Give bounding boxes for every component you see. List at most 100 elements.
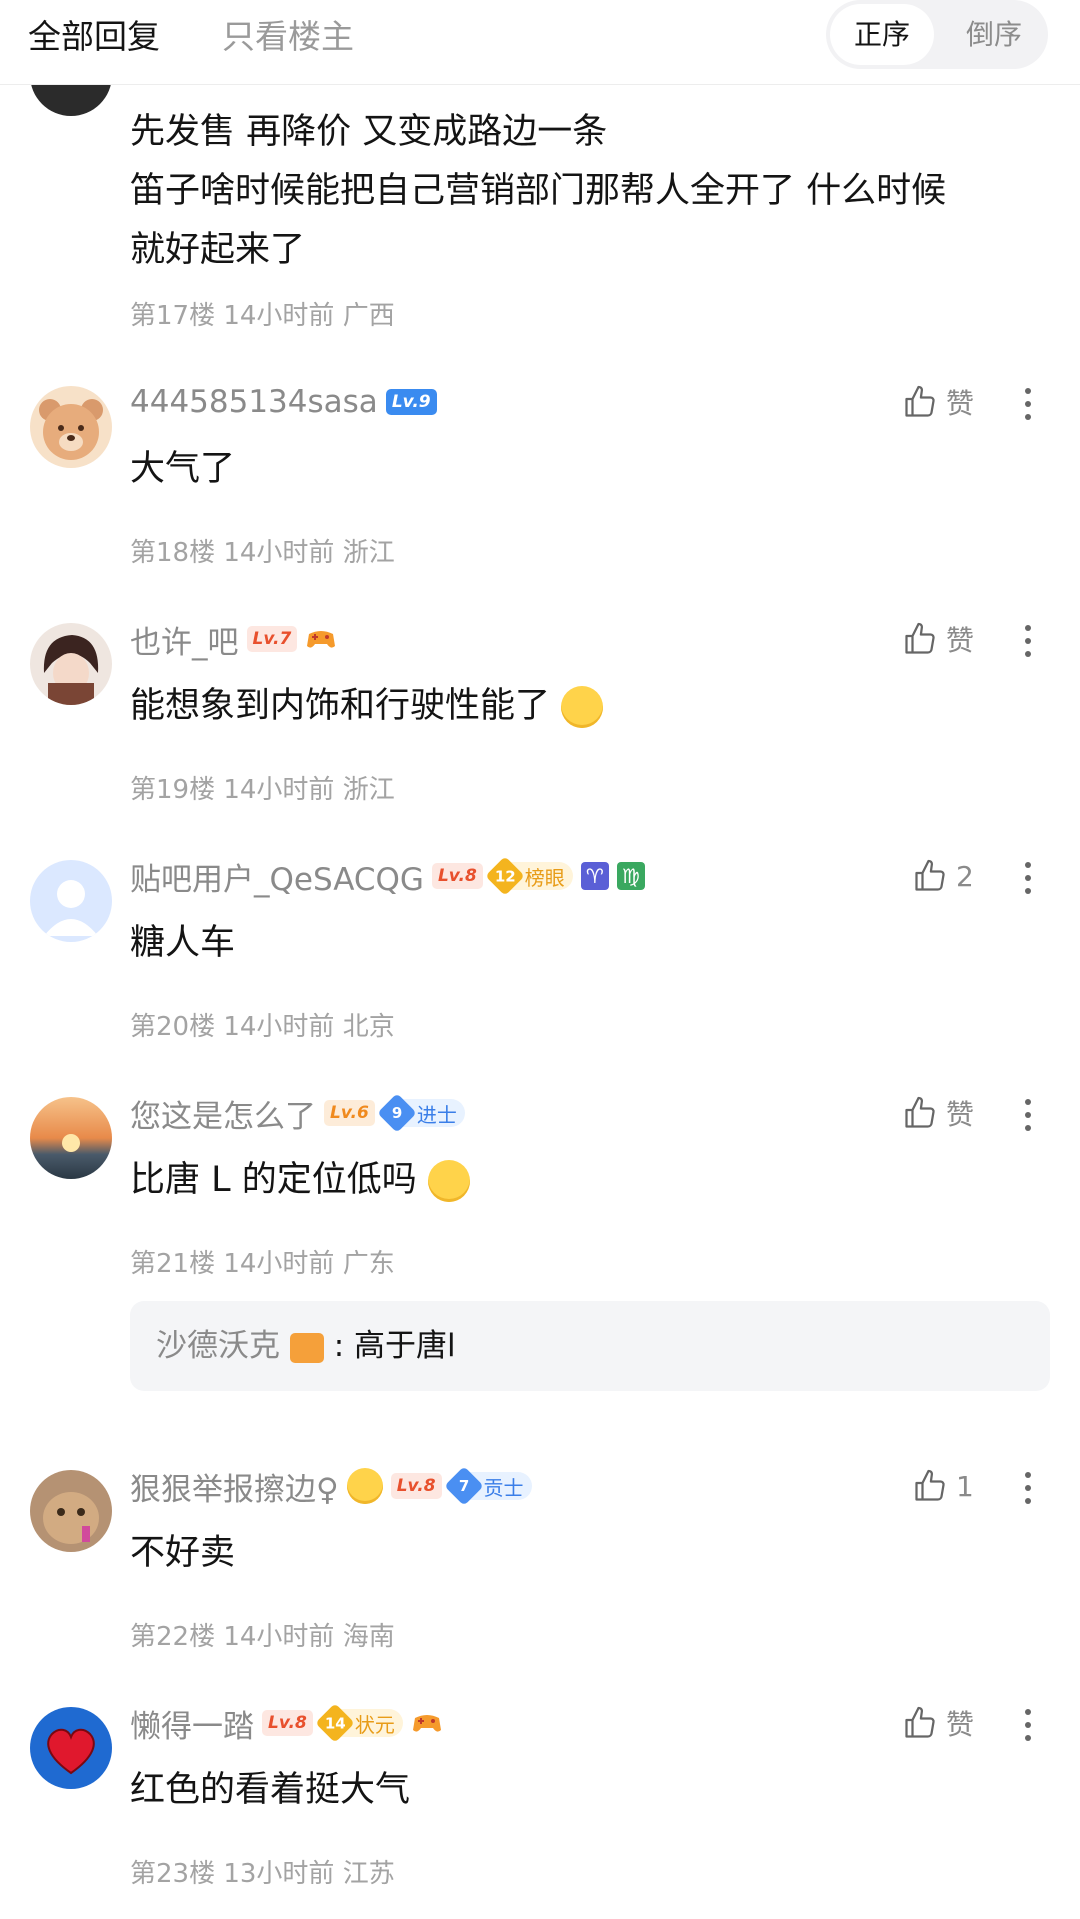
tab-all-replies[interactable]: 全部回复 [28,10,160,58]
comment-meta: 第19楼 14小时前 浙江 [130,775,395,805]
comment-text-content: 能想象到内饰和行驶性能了 [130,686,551,726]
comment-meta: 第21楼 14小时前 广东 [130,1249,395,1279]
gamepad-icon [307,631,336,648]
rank-badge-label: 贡士 [483,1475,524,1500]
comment-text-content: 比唐 L 的定位低吗 [130,1160,417,1200]
username-row: 您这是怎么了 Lv.6 9 进士 [130,1091,465,1136]
more-options-icon[interactable] [1018,862,1038,898]
sort-toggle: 正序 倒序 [826,0,1048,69]
default-user-avatar-icon [44,880,98,936]
bear-avatar-icon [39,399,103,460]
username[interactable]: 您这是怎么了 [130,1091,316,1136]
like-button[interactable]: 赞 [902,1093,974,1133]
pleading-emoji-icon [346,1468,383,1504]
like-button[interactable]: 2 [912,856,974,896]
comment-text: 比唐 L 的定位低吗 [130,1151,470,1210]
comment-text: 不好卖 [130,1533,236,1573]
like-button[interactable]: 赞 [902,1703,974,1743]
thumbs-up-icon [905,1706,935,1738]
level-badge: Lv.8 [390,1473,442,1499]
avatar[interactable] [30,1470,112,1552]
username-row: 贴吧用户_QeSACQG Lv.8 12 榜眼 ♈ ♍ [130,854,645,899]
comment-meta: 第18楼 14小时前 浙江 [130,538,395,568]
comment-text: 红色的看着挺大气 [130,1770,411,1810]
sunset-avatar-icon [62,1134,80,1152]
heart-avatar-icon [47,1728,95,1775]
rank-badge-number: 7 [458,1477,469,1495]
gamepad-icon [412,1715,441,1732]
thumbs-up-icon [905,385,935,417]
more-options-icon[interactable] [1018,1099,1038,1135]
avatar[interactable] [30,623,112,705]
like-count: 2 [956,859,974,893]
username[interactable]: 贴吧用户_QeSACQG [130,854,424,899]
smile-emoji-icon [427,1160,470,1202]
rank-badge-label: 进士 [416,1102,457,1127]
comment-text-line: 笛子啥时候能把自己营销部门那帮人全开了 什么时候 [130,171,947,211]
username-row: 也许_吧 Lv.7 [130,617,337,662]
more-options-icon[interactable] [1018,1709,1038,1745]
avatar[interactable] [30,1707,112,1789]
like-button[interactable]: 赞 [902,382,974,422]
more-options-icon[interactable] [1018,1472,1038,1508]
comment-text-line: 先发售 再降价 又变成路边一条 [130,112,608,152]
level-badge: Lv.8 [431,863,483,889]
comment-meta: 第23楼 13小时前 江苏 [130,1859,395,1889]
thumbs-up-icon [915,1469,945,1501]
level-badge: Lv.7 [246,626,298,652]
comment-text: 能想象到内饰和行驶性能了 [130,677,604,736]
rank-badge-number: 9 [391,1104,403,1122]
username[interactable]: 444585134sasa [130,384,378,420]
like-count: 赞 [946,624,975,657]
comment-text: 糖人车 [130,923,236,963]
more-options-icon[interactable] [1018,625,1038,661]
like-count: 1 [956,1469,974,1503]
level-badge: Lv.9 [385,389,437,415]
sub-reply-box[interactable]: 沙德沃克 : 高于唐l [130,1301,1050,1391]
comment-text: 大气了 [130,449,236,489]
sort-descending-button[interactable]: 倒序 [944,4,1044,65]
avatar[interactable] [30,1097,112,1179]
username-row: 444585134sasa Lv.9 [130,382,437,422]
username[interactable]: 懒得一踏 [130,1701,254,1746]
smile-emoji-icon [561,686,604,728]
rank-badge: 12 榜眼 [484,856,573,896]
rank-badge: 14 状元 [315,1703,403,1743]
avatar[interactable] [30,386,112,468]
tab-op-only[interactable]: 只看楼主 [222,10,354,58]
rank-badge-label: 状元 [354,1712,395,1737]
cat-avatar-icon [43,1492,99,1544]
thumbs-up-icon [915,859,945,891]
thumbs-up-icon [905,1096,935,1128]
thumbs-up-icon [905,622,935,654]
anime-avatar-icon [43,635,99,705]
sub-reply-author[interactable]: 沙德沃克 [156,1328,280,1364]
comment-text-line: 就好起来了 [130,230,306,270]
virgo-icon: ♍ [616,862,645,890]
rank-badge-label: 榜眼 [524,865,565,890]
rank-badge-number: 12 [494,867,516,885]
level-badge: Lv.6 [324,1100,375,1126]
username[interactable]: 也许_吧 [130,617,239,662]
more-options-icon[interactable] [1018,388,1038,424]
comment-meta: 第20楼 14小时前 北京 [130,1012,395,1042]
username[interactable]: 狠狠举报擦边♀ [130,1464,339,1509]
like-count: 赞 [946,1708,975,1741]
level-badge: Lv.8 [262,1710,313,1736]
like-button[interactable]: 赞 [902,619,974,659]
like-button[interactable]: 1 [912,1466,974,1506]
sub-reply-text: : 高于唐l [333,1328,456,1364]
rank-badge-number: 14 [324,1714,346,1732]
reply-filter-bar: 全部回复 只看楼主 正序 倒序 [0,0,1080,85]
camera-badge-icon [289,1332,324,1363]
comment-meta: 第22楼 14小时前 海南 [130,1622,395,1652]
avatar[interactable] [30,860,112,942]
like-count: 赞 [946,1098,975,1131]
rank-badge: 7 贡士 [443,1466,532,1506]
comment-meta: 第17楼 14小时前 广西 [130,301,395,331]
username-row: 狠狠举报擦边♀ Lv.8 7 贡士 [130,1464,532,1509]
aries-icon: ♈ [580,862,609,890]
sort-ascending-button[interactable]: 正序 [830,4,934,65]
like-count: 赞 [946,387,975,420]
username-row: 懒得一踏 Lv.8 14 状元 [130,1701,443,1746]
